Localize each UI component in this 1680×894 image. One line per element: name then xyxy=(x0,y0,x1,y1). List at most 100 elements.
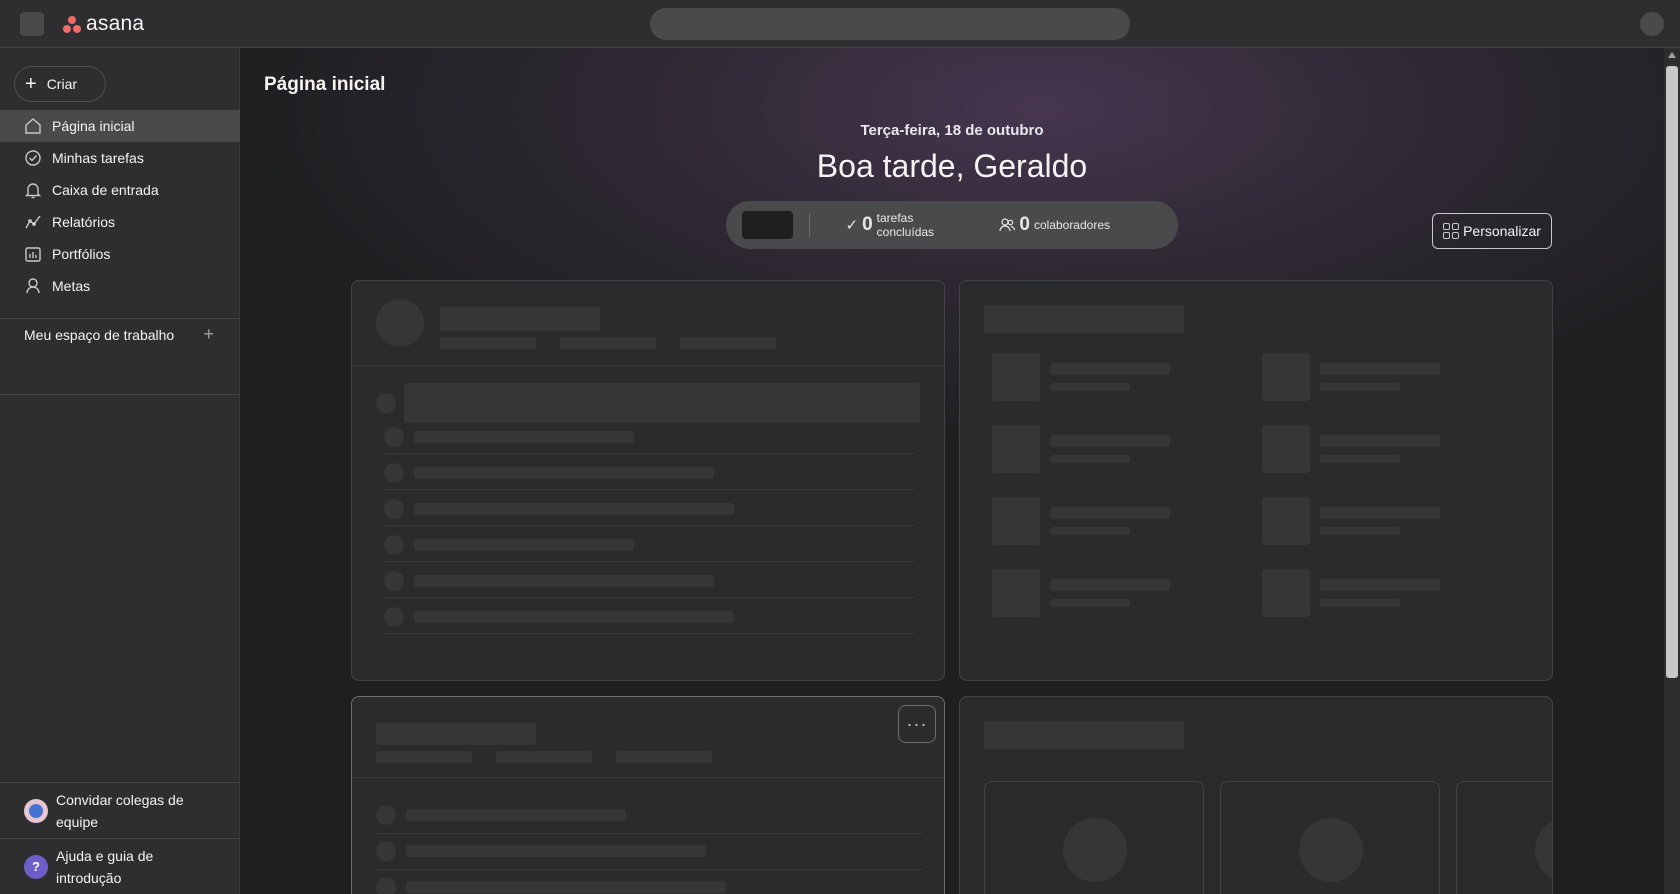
sidebar-divider xyxy=(0,394,240,395)
main-scrollbar[interactable] xyxy=(1664,48,1680,894)
sidebar-item-reports[interactable]: Relatórios xyxy=(0,206,240,238)
workspace-header[interactable]: Meu espaço de trabalho + xyxy=(24,324,214,345)
skeleton-row xyxy=(414,503,734,515)
line-chart-icon xyxy=(25,215,41,229)
skeleton-row xyxy=(406,881,726,893)
skeleton-avatar xyxy=(376,299,424,347)
skeleton-project-tile xyxy=(992,569,1040,617)
skeleton-tab xyxy=(560,337,656,349)
home-icon xyxy=(25,118,41,134)
collab-label: colaboradores xyxy=(1033,218,1111,232)
skeleton-title xyxy=(984,721,1184,749)
scroll-thumb[interactable] xyxy=(1666,66,1678,678)
stats-bar: ✓ 0 tarefas concluídas 0 colaboradores xyxy=(726,201,1178,249)
user-avatar[interactable] xyxy=(1640,12,1664,36)
row-divider xyxy=(384,489,914,490)
period-select[interactable] xyxy=(742,211,793,239)
skeleton-tab xyxy=(440,337,536,349)
main-content: Página inicial Terça-feira, 18 de outubr… xyxy=(240,48,1664,894)
check-circle-icon xyxy=(25,150,41,166)
skeleton-project-meta xyxy=(1320,455,1400,463)
skeleton-tab xyxy=(616,751,712,763)
sidebar-nav: Página inicial Minhas tarefas Caixa de e… xyxy=(0,110,240,302)
scroll-up-icon[interactable] xyxy=(1668,52,1676,58)
skeleton-check xyxy=(376,805,396,825)
help-button[interactable]: ? Ajuda e guia de introdução xyxy=(0,838,240,894)
logo-text: asana xyxy=(86,12,145,35)
skeleton-project-meta xyxy=(1320,527,1400,535)
sidebar-item-portfolios[interactable]: Portfólios xyxy=(0,238,240,270)
add-icon[interactable]: + xyxy=(203,324,214,345)
skeleton-check xyxy=(384,499,404,519)
card-divider xyxy=(352,365,944,366)
search-input[interactable] xyxy=(650,8,1130,40)
sidebar-item-label: Caixa de entrada xyxy=(52,182,159,198)
skeleton-row xyxy=(414,611,734,623)
skeleton-project-meta xyxy=(1050,599,1130,607)
skeleton-project-meta xyxy=(1050,383,1130,391)
tasks-widget-secondary: ··· xyxy=(351,696,945,894)
sidebar-item-label: Página inicial xyxy=(52,118,135,134)
asana-logo-icon xyxy=(62,15,82,33)
asana-logo[interactable]: asana xyxy=(62,12,144,36)
skeleton-project-tile xyxy=(1262,569,1310,617)
row-divider xyxy=(384,453,914,454)
skeleton-row xyxy=(414,467,714,479)
sidebar: + Criar Página inicial Minhas tarefas Ca… xyxy=(0,48,240,894)
sidebar-item-my-tasks[interactable]: Minhas tarefas xyxy=(0,142,240,174)
skeleton-tab xyxy=(680,337,776,349)
sidebar-item-home[interactable]: Página inicial xyxy=(0,110,240,142)
more-options-button[interactable]: ··· xyxy=(898,705,936,743)
skeleton-check xyxy=(384,571,404,591)
skeleton-project-meta xyxy=(1050,527,1130,535)
skeleton-project-tile xyxy=(992,353,1040,401)
skeleton-project-name xyxy=(1050,507,1170,519)
skeleton-person-card xyxy=(1456,781,1552,894)
create-button[interactable]: + Criar xyxy=(14,66,106,102)
skeleton-person-avatar xyxy=(1299,818,1363,882)
skeleton-project-name xyxy=(1320,507,1440,519)
sidebar-item-goals[interactable]: Metas xyxy=(0,270,240,302)
tasks-count: 0 xyxy=(862,214,873,235)
skeleton-project-name xyxy=(1050,363,1170,375)
skeleton-check xyxy=(384,535,404,555)
sidebar-item-inbox[interactable]: Caixa de entrada xyxy=(0,174,240,206)
skeleton-row xyxy=(406,845,706,857)
check-icon: ✓ xyxy=(845,217,859,234)
invite-teammates-button[interactable]: Convidar colegas de equipe xyxy=(0,782,240,838)
skeleton-project-tile xyxy=(1262,353,1310,401)
skeleton-title xyxy=(984,305,1184,333)
personalize-label: Personalizar xyxy=(1463,223,1541,239)
sidebar-item-label: Portfólios xyxy=(52,246,111,262)
skeleton-project-name xyxy=(1320,435,1440,447)
skeleton-project-name xyxy=(1320,579,1440,591)
workspace-label: Meu espaço de trabalho xyxy=(24,326,175,343)
skeleton-title xyxy=(376,723,536,745)
skeleton-row xyxy=(414,539,634,551)
help-icon: ? xyxy=(24,854,48,879)
skeleton-tab xyxy=(496,751,592,763)
plus-icon: + xyxy=(25,73,37,95)
row-divider xyxy=(376,869,922,870)
people-icon xyxy=(999,218,1016,232)
card-divider xyxy=(352,777,944,778)
bell-icon xyxy=(24,183,42,199)
skeleton-title xyxy=(440,307,600,331)
greeting: Boa tarde, Geraldo xyxy=(816,148,1088,184)
skeleton-row xyxy=(414,575,714,587)
skeleton-row xyxy=(404,383,920,423)
skeleton-project-tile xyxy=(1262,497,1310,545)
skeleton-check xyxy=(384,607,404,627)
stats-divider xyxy=(808,213,810,237)
skeleton-check xyxy=(384,427,404,447)
sidebar-item-label: Minhas tarefas xyxy=(52,150,144,166)
personalize-button[interactable]: Personalizar xyxy=(1432,213,1552,249)
collaborators-stat: 0 colaboradores xyxy=(999,214,1110,236)
skeleton-project-name xyxy=(1050,579,1170,591)
invite-icon xyxy=(24,798,48,823)
skeleton-check xyxy=(384,463,404,483)
my-tasks-widget xyxy=(351,280,945,681)
people-widget xyxy=(959,696,1553,894)
sidebar-toggle-button[interactable] xyxy=(20,12,44,36)
skeleton-person-card xyxy=(1220,781,1440,894)
